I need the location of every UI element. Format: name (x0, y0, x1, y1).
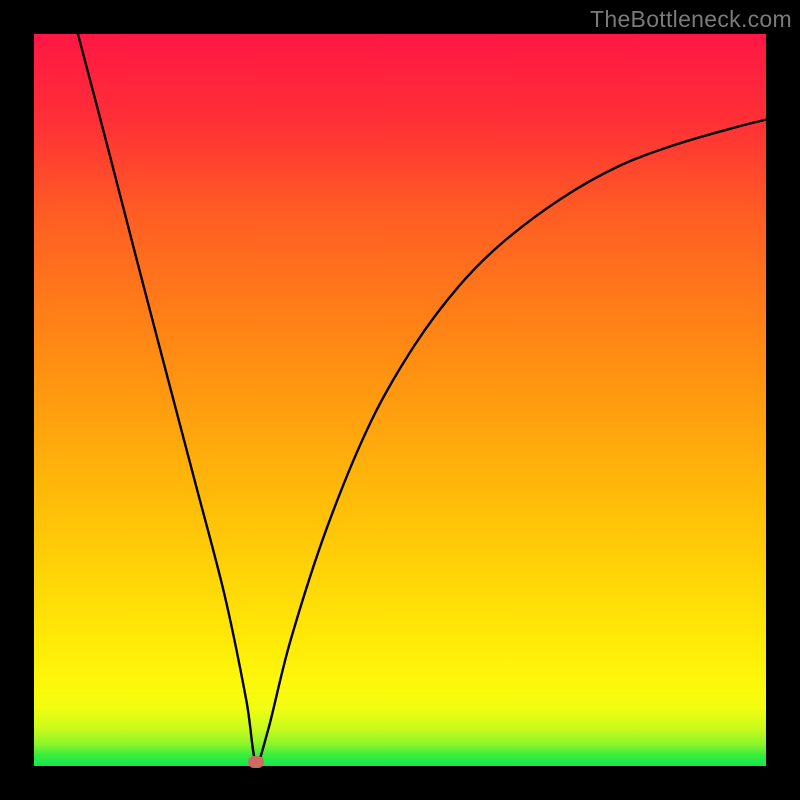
curve-svg (34, 34, 766, 766)
bottleneck-curve (78, 34, 766, 762)
optimum-marker (248, 756, 264, 768)
watermark-text: TheBottleneck.com (590, 6, 792, 33)
chart-frame: TheBottleneck.com (0, 0, 800, 800)
plot-area (34, 34, 766, 766)
